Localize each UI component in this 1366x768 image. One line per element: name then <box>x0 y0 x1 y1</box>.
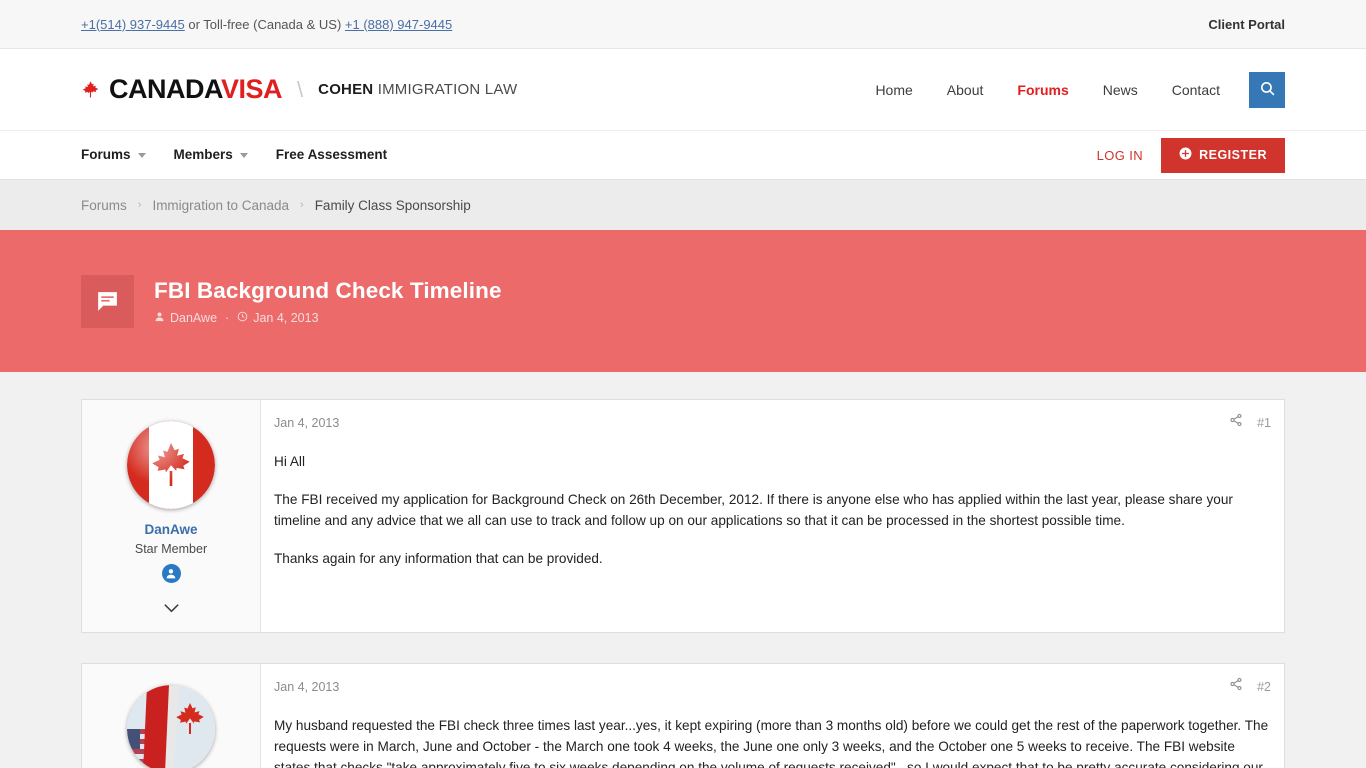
thread-posts-list: DanAwe Star Member Jan 4, 2013 #1 Hi All… <box>81 372 1285 768</box>
breadcrumb-bar: Forums › Immigration to Canada › Family … <box>0 180 1366 230</box>
forumnav-members-label: Members <box>173 147 233 162</box>
nav-item-home[interactable]: Home <box>858 70 929 110</box>
member-badge-icon <box>161 564 181 583</box>
forum-navigation-bar: Forums Members Free Assessment LOG IN RE… <box>0 130 1366 180</box>
post-content: Jan 4, 2013 #1 Hi All The FBI received m… <box>261 400 1284 632</box>
share-icon[interactable] <box>1229 413 1243 432</box>
forumnav-item-members[interactable]: Members <box>160 130 262 180</box>
logo-immigration-law-text: IMMIGRATION LAW <box>373 80 518 98</box>
expand-author-info-button[interactable] <box>163 600 180 618</box>
usa-canada-flag-avatar[interactable] <box>127 685 215 768</box>
chevron-down-icon <box>137 152 146 158</box>
nav-item-about[interactable]: About <box>930 70 1001 110</box>
share-icon[interactable] <box>1229 677 1243 696</box>
post-paragraph: Thanks again for any information that ca… <box>274 551 603 566</box>
main-navigation: Home About Forums News Contact <box>858 70 1285 110</box>
thread-title-banner: FBI Background Check Timeline DanAwe · J… <box>0 230 1366 372</box>
comment-icon <box>81 274 134 328</box>
table-row: IslandAnnie Jan 4, 2013 #2 <box>81 663 1285 768</box>
clock-icon <box>237 311 248 325</box>
nav-item-contact[interactable]: Contact <box>1155 70 1237 110</box>
plus-circle-icon <box>1179 147 1192 163</box>
canada-flag-avatar[interactable] <box>127 421 215 509</box>
logo-divider: \ <box>297 76 304 102</box>
utility-bar: +1(514) 937-9445 or Toll-free (Canada & … <box>0 0 1366 49</box>
post-date: Jan 4, 2013 <box>274 679 340 694</box>
post-author-sidebar: IslandAnnie <box>82 664 261 768</box>
forumnav-item-free-assessment[interactable]: Free Assessment <box>262 130 401 180</box>
chevron-down-icon <box>239 152 248 158</box>
post-paragraph: Hi All <box>274 454 305 469</box>
logo-cohen-text: COHEN <box>318 80 374 98</box>
forumnav-free-assessment-label: Free Assessment <box>275 147 388 162</box>
breadcrumb-item-immigration-to-canada[interactable]: Immigration to Canada <box>152 198 289 213</box>
client-portal-link[interactable]: Client Portal <box>1208 17 1285 32</box>
search-icon <box>1259 80 1276 100</box>
thread-meta: DanAwe · Jan 4, 2013 <box>154 311 502 325</box>
register-button[interactable]: REGISTER <box>1161 137 1285 173</box>
log-in-link[interactable]: LOG IN <box>1097 148 1143 163</box>
thread-date: Jan 4, 2013 <box>253 310 319 325</box>
post-header: Jan 4, 2013 #2 <box>274 677 1271 696</box>
post-body: Hi All The FBI received my application f… <box>274 451 1271 569</box>
post-content: Jan 4, 2013 #2 My husband requested the … <box>261 664 1284 768</box>
post-paragraph: The FBI received my application for Back… <box>274 492 1233 528</box>
meta-separator: · <box>225 310 230 325</box>
post-number[interactable]: #2 <box>1257 680 1271 694</box>
forumnav-item-forums[interactable]: Forums <box>81 130 160 180</box>
user-icon <box>154 311 165 325</box>
page-root: +1(514) 937-9445 or Toll-free (Canada & … <box>0 0 1366 768</box>
post-body: My husband requested the FBI check three… <box>274 715 1271 768</box>
site-header: CANADAVISA \ COHEN IMMIGRATION LAW Home … <box>0 49 1366 130</box>
post-header: Jan 4, 2013 #1 <box>274 413 1271 432</box>
phone-numbers: +1(514) 937-9445 or Toll-free (Canada & … <box>81 17 452 32</box>
logo-visa-text: VISA <box>221 74 283 104</box>
breadcrumb-separator-icon: › <box>300 199 304 211</box>
post-author-title: Star Member <box>134 542 208 556</box>
thread-author-link[interactable]: DanAwe <box>170 311 217 325</box>
breadcrumb: Forums › Immigration to Canada › Family … <box>81 198 1285 213</box>
phone-separator-text: or Toll-free (Canada & US) <box>184 16 345 32</box>
post-author-sidebar: DanAwe Star Member <box>82 400 261 632</box>
table-row: DanAwe Star Member Jan 4, 2013 #1 Hi All… <box>81 399 1285 633</box>
nav-item-news[interactable]: News <box>1086 70 1155 110</box>
search-button[interactable] <box>1249 71 1285 108</box>
nav-item-forums[interactable]: Forums <box>1000 70 1085 110</box>
breadcrumb-item-forums[interactable]: Forums <box>81 198 127 213</box>
page-title: FBI Background Check Timeline <box>154 277 502 303</box>
maple-leaf-icon <box>81 80 100 99</box>
phone-tollfree-link[interactable]: +1 (888) 947-9445 <box>345 17 452 32</box>
phone-primary-link[interactable]: +1(514) 937-9445 <box>81 17 185 32</box>
post-author-link[interactable]: DanAwe <box>144 521 197 539</box>
register-button-label: REGISTER <box>1199 148 1267 162</box>
post-number[interactable]: #1 <box>1257 416 1271 430</box>
breadcrumb-separator-icon: › <box>137 199 142 211</box>
post-date: Jan 4, 2013 <box>274 415 340 430</box>
post-paragraph: My husband requested the FBI check three… <box>274 718 1269 768</box>
logo-canada-text: CANADA <box>109 74 222 104</box>
site-logo[interactable]: CANADAVISA \ COHEN IMMIGRATION LAW <box>81 74 517 105</box>
forumnav-forums-label: Forums <box>81 147 131 162</box>
breadcrumb-item-family-class-sponsorship[interactable]: Family Class Sponsorship <box>315 198 471 213</box>
